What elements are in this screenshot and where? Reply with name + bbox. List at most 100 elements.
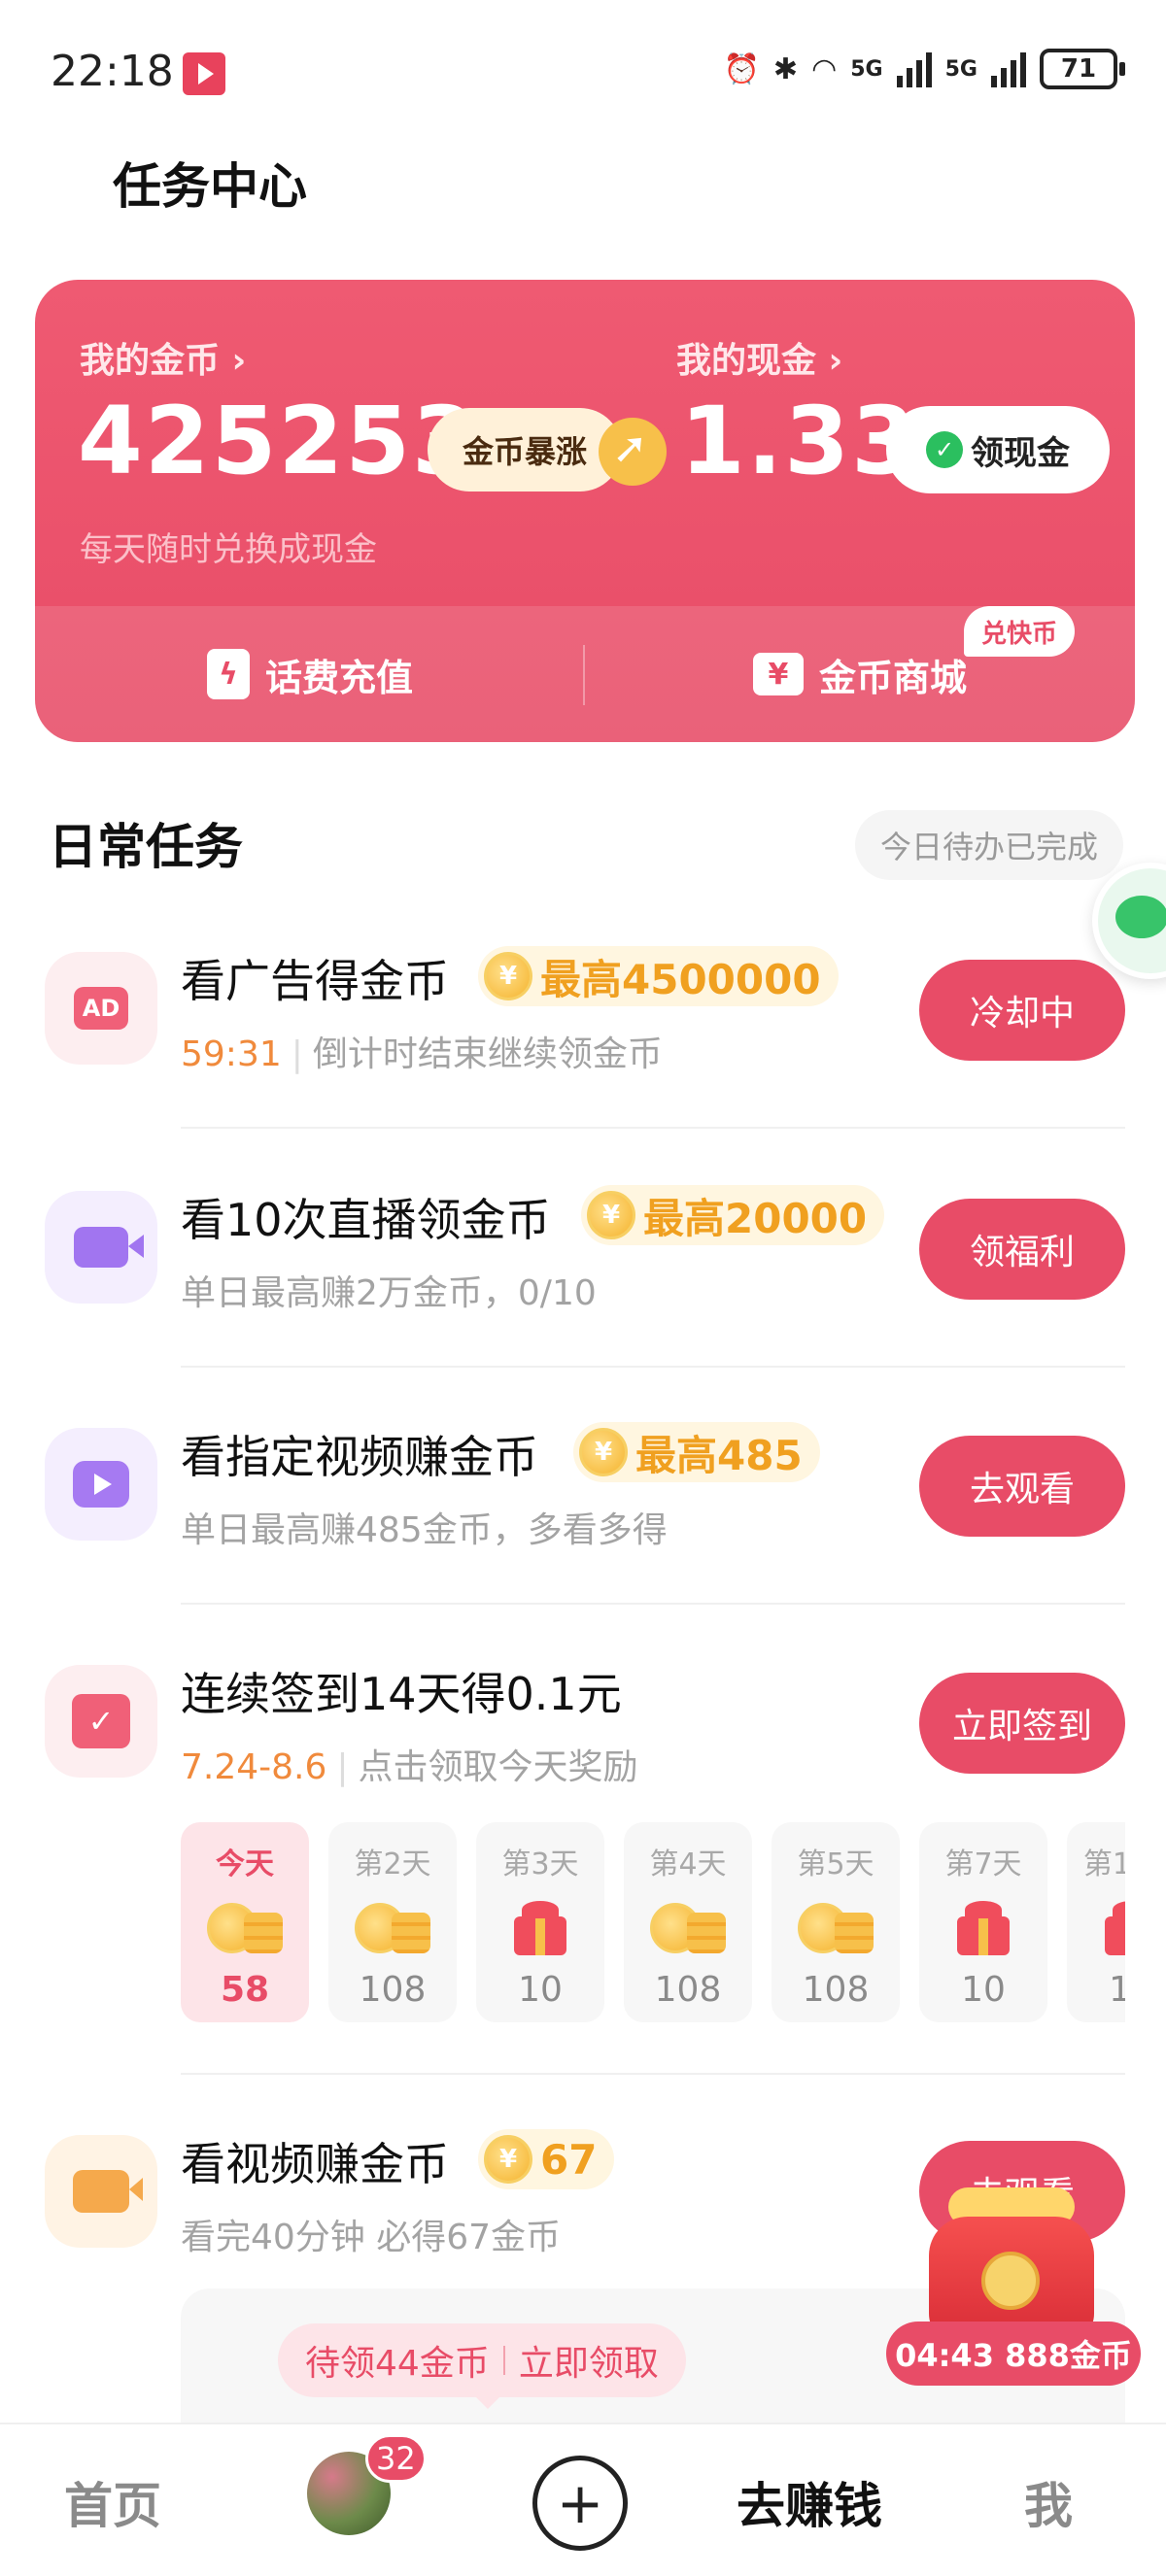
my-coins-link[interactable]: 我的金币 › (80, 332, 246, 383)
day-label: 第3天 (501, 1847, 579, 1881)
coin-icon: ¥ (484, 2135, 532, 2184)
task-name: 连续签到14天得0.1元 (181, 1668, 622, 1720)
task-desc: 7.24-8.6 | 点击领取今天奖励 (181, 1739, 638, 1789)
withdraw-cash-label: 领现金 (971, 433, 1070, 473)
coin-surge-button[interactable]: 金币暴涨 (428, 408, 622, 491)
cooldown-button[interactable]: 冷却中 (919, 960, 1125, 1061)
task-icon: ✓ (45, 1665, 157, 1778)
signin-day[interactable]: 第7天 10 (919, 1822, 1047, 2022)
separator: | (336, 1747, 349, 1787)
coins-subtext: 每天随时兑换成现金 (80, 530, 377, 569)
signin-day[interactable]: 第14天 10 (1067, 1822, 1125, 2022)
lightning-icon: ϟ (206, 649, 250, 699)
nav-me[interactable]: 我 (1024, 2467, 1073, 2537)
bluetooth-icon: ✱ (772, 51, 799, 86)
task-desc: 单日最高赚485金币，多看多得 (181, 1510, 668, 1550)
live-camera-icon (74, 1227, 144, 1268)
task-name: 看10次直播领金币 (181, 1194, 551, 1246)
task-name: 看视频赚金币 (181, 2138, 449, 2190)
coin-icon: ¥ (579, 1428, 628, 1476)
ad-icon: AD (74, 987, 128, 1030)
signin-day[interactable]: 第4天 108 (624, 1822, 752, 2022)
task-icon: AD (45, 952, 157, 1065)
divider (583, 645, 585, 705)
task-reward-value: 最高485 (635, 1431, 803, 1479)
day-value: 108 (802, 1970, 870, 2010)
divider (181, 2073, 1125, 2075)
video-app-icon (183, 52, 225, 95)
signal-icon (991, 51, 1026, 87)
day-label: 今天 (216, 1847, 274, 1881)
today-pending-button[interactable]: 今日待办已完成 (854, 810, 1123, 880)
page-title: 任务中心 (113, 158, 307, 215)
task-reward: ¥ 67 (478, 2129, 615, 2189)
day-label: 第5天 (797, 1847, 874, 1881)
coins-icon (650, 1900, 726, 1956)
network-type-2: 5G (944, 56, 977, 82)
my-cash-link[interactable]: 我的现金 › (676, 332, 842, 383)
task-reward: ¥ 最高20000 (581, 1185, 885, 1245)
separator (502, 2346, 505, 2375)
signin-day[interactable]: 第3天 10 (476, 1822, 604, 2022)
coins-icon (207, 1900, 283, 1956)
status-bar: 22:18 ⏰ ✱ ◠ 5G 5G 71 (0, 0, 1166, 146)
day-value: 10 (518, 1970, 563, 2010)
arrow-up-icon (599, 418, 667, 486)
task-name: 看广告得金币 (181, 955, 449, 1007)
tooltip-tail (474, 2395, 501, 2409)
day-label: 第4天 (649, 1847, 727, 1881)
task-reward-value: 67 (540, 2135, 598, 2184)
status-time: 22:18 (51, 47, 174, 96)
task-name: 看指定视频赚金币 (181, 1431, 538, 1483)
day-label: 第7天 (944, 1847, 1022, 1881)
sign-in-button[interactable]: 立即签到 (919, 1673, 1125, 1774)
exchange-kuaibi-tag: 兑快币 (964, 606, 1076, 657)
signin-day[interactable]: 第5天 108 (772, 1822, 900, 2022)
chest-timer[interactable]: 04:43 888金币 (886, 2322, 1141, 2386)
nav-earn[interactable]: 去赚钱 (737, 2467, 882, 2537)
status-icons: ⏰ ✱ ◠ 5G 5G 71 (724, 49, 1125, 89)
withdraw-cash-button[interactable]: ✓ 领现金 (886, 406, 1110, 493)
task-desc: 59:31 | 倒计时结束继续领金币 (181, 1026, 663, 1076)
day-label: 第2天 (354, 1847, 431, 1881)
task-desc: 单日最高赚2万金币，0/10 (181, 1273, 597, 1313)
claim-welfare-button[interactable]: 领福利 (919, 1199, 1125, 1300)
calendar-check-icon: ✓ (72, 1694, 130, 1748)
signal-icon (896, 51, 932, 87)
check-icon: ✓ (926, 431, 963, 468)
nav-home[interactable]: 首页 (64, 2467, 161, 2537)
coins-icon (798, 1900, 874, 1956)
task-icon (45, 1428, 157, 1541)
day-value: 108 (359, 1970, 427, 2010)
task-desc-text: 点击领取今天奖励 (358, 1747, 638, 1787)
coins-icon (355, 1900, 430, 1956)
coin-icon: ¥ (484, 952, 532, 1000)
day-value: 10 (961, 1970, 1006, 2010)
coin-card: 我的金币 › 425253 金币暴涨 每天随时兑换成现金 我的现金 › 1.33… (35, 280, 1135, 742)
signin-day[interactable]: 第2天 108 (328, 1822, 457, 2022)
task-reward: ¥ 最高485 (573, 1422, 820, 1482)
plus-icon[interactable]: + (532, 2456, 628, 2551)
bottom-nav: 首页 32 + 去赚钱 我 (0, 2423, 1166, 2576)
divider (181, 1603, 1125, 1605)
separator: | (291, 1034, 303, 1074)
pending-amount: 待领44金币 (305, 2344, 490, 2384)
day-value: 10 (1109, 1970, 1125, 2010)
notification-badge: 32 (365, 2434, 427, 2483)
countdown: 59:31 (181, 1034, 282, 1074)
coins-value: 425253 (78, 387, 479, 495)
phone-recharge-button[interactable]: ϟ 话费充值 (35, 606, 585, 742)
coin-mall-label: 金币商城 (818, 656, 967, 699)
battery-icon: 71 (1040, 49, 1125, 89)
divider (181, 1127, 1125, 1129)
task-icon (45, 2135, 157, 2248)
gift-icon (957, 1900, 1010, 1956)
day-value: 58 (220, 1970, 270, 2010)
signin-day[interactable]: 今天 58 (181, 1822, 309, 2022)
pending-collect-button[interactable]: 待领44金币 立即领取 (278, 2323, 686, 2397)
divider (181, 1366, 1125, 1368)
coin-icon: ¥ (587, 1191, 635, 1239)
task-reward-value: 最高20000 (643, 1194, 868, 1242)
watch-button[interactable]: 去观看 (919, 1436, 1125, 1537)
wechat-float-icon[interactable] (1092, 863, 1166, 979)
